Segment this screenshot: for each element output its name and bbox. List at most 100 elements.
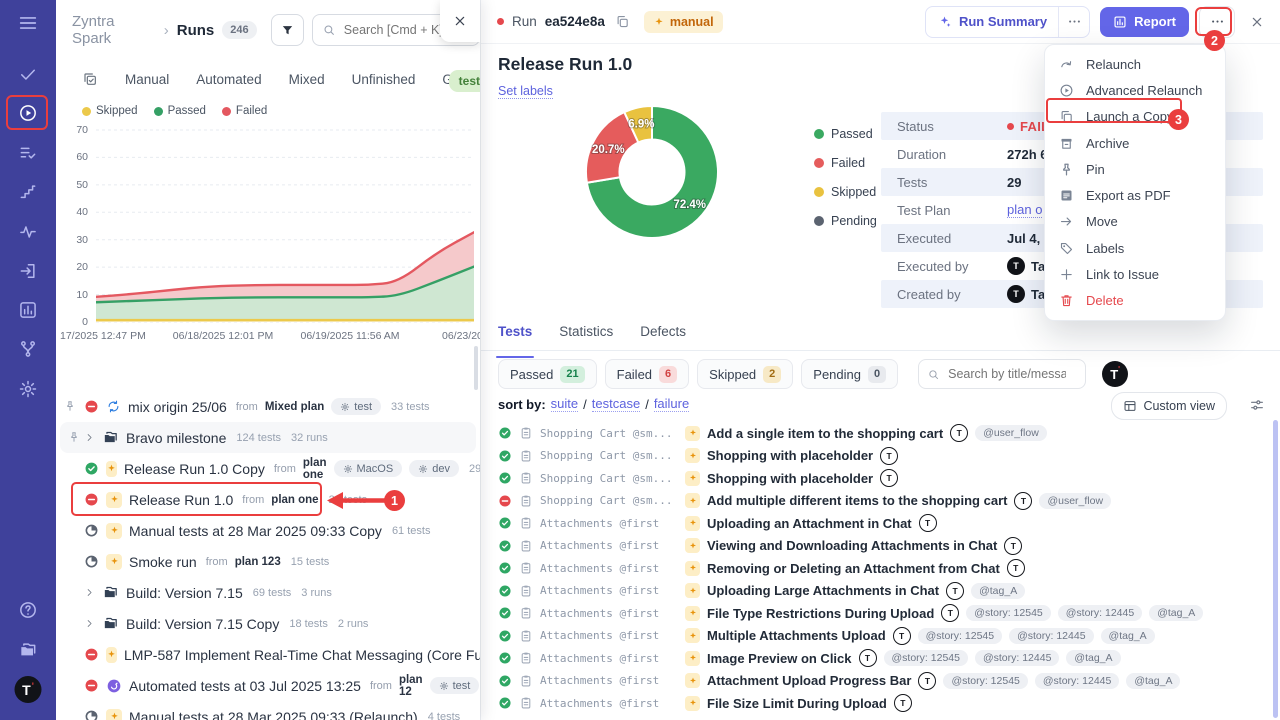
filter-button[interactable] [271,14,304,46]
test-tag[interactable]: @story: 12445 [1035,673,1119,689]
test-title[interactable]: Uploading an Attachment in Chat [707,516,912,531]
menu-item-labels[interactable]: Labels [1045,235,1225,261]
suite-name[interactable]: Attachments @first [540,607,678,620]
test-title[interactable]: Attachment Upload Progress Bar [707,673,911,688]
report-button[interactable]: Report [1100,7,1189,37]
test-row[interactable]: Shopping Cart @sm...Shopping with placeh… [498,445,1273,468]
sidebar-item-check[interactable] [18,64,38,84]
run-row[interactable]: Automated tests at 03 Jul 2025 13:25from… [56,670,480,701]
test-title[interactable]: Add multiple different items to the shop… [707,493,1007,508]
suite-name[interactable]: Shopping Cart @sm... [540,494,678,507]
menu-item-pin[interactable]: Pin [1045,156,1225,182]
runs-tab-automated[interactable]: Automated [196,72,261,87]
test-title[interactable]: File Type Restrictions During Upload [707,606,934,621]
sidebar-item-menu[interactable] [17,12,39,34]
run-row[interactable]: Manual tests at 28 Mar 2025 09:33 Copy61… [56,515,480,546]
plan-name[interactable]: plan one [271,494,318,506]
tab-defects[interactable]: Defects [640,324,686,350]
more-actions-button[interactable] [1199,6,1235,38]
runs-tab-manual[interactable]: Manual [125,72,169,87]
plan-name[interactable]: Mixed plan [265,401,324,413]
menu-item-advanced-relaunch[interactable]: Advanced Relaunch [1045,77,1225,103]
sidebar-item-bar-chart[interactable] [18,300,38,320]
test-row[interactable]: Attachments @firstUploading Large Attach… [498,580,1273,603]
test-title[interactable]: File Size Limit During Upload [707,696,887,711]
run-row[interactable]: Bravo milestone124 tests32 runs [60,422,476,453]
test-tag[interactable]: @story: 12445 [1058,605,1142,621]
breadcrumb-project[interactable]: Zyntra Spark [72,13,156,47]
test-tag[interactable]: @story: 12445 [975,650,1059,666]
sidebar-item-fork[interactable] [18,339,38,359]
test-title[interactable]: Shopping with placeholder [707,471,873,486]
test-row[interactable]: Attachments @firstImage Preview on Click… [498,647,1273,670]
test-row[interactable]: Attachments @first File Size Limit During… [498,692,1273,715]
filter-chip-pending[interactable]: Pending0 [801,359,898,389]
sidebar-item-help[interactable] [18,600,38,620]
test-row[interactable]: Attachments @first Viewing and Downloadin… [498,535,1273,558]
suite-name[interactable]: Attachments @first [540,539,678,552]
menu-item-launch-a-copy[interactable]: Launch a Copy [1045,104,1225,130]
test-tag[interactable]: @story: 12545 [918,628,1002,644]
suite-name[interactable]: Attachments @first [540,629,678,642]
detail-close-button[interactable] [1249,14,1265,30]
custom-view-button[interactable]: Custom view [1111,392,1227,420]
test-tag[interactable]: @story: 12545 [943,673,1027,689]
filter-chip-passed[interactable]: Passed21 [498,359,597,389]
user-avatar[interactable]: T' [15,676,42,703]
test-tag[interactable]: @tag_A [1149,605,1203,621]
menu-item-archive[interactable]: Archive [1045,130,1225,156]
sidebar-item-pulse[interactable] [18,222,38,242]
test-tag[interactable]: @user_flow [1039,493,1111,509]
menu-item-delete[interactable]: Delete [1045,288,1225,314]
test-search-input[interactable] [946,366,1068,382]
test-row[interactable]: Shopping Cart @sm...Shopping with placeh… [498,467,1273,490]
runs-tab-unfinished[interactable]: Unfinished [352,72,416,87]
test-tag[interactable]: @story: 12545 [966,605,1050,621]
sort-by-suite[interactable]: suite [551,396,578,412]
sidebar-item-list-check[interactable] [18,143,38,163]
test-row[interactable]: Attachments @firstMultiple Attachments U… [498,625,1273,648]
plan-name[interactable]: plan 123 [235,556,281,568]
tab-tests[interactable]: Tests [498,324,532,350]
test-plan-link[interactable]: plan o [1007,202,1042,218]
run-row[interactable]: LMP-587 Implement Real-Time Chat Messagi… [56,639,480,670]
test-row[interactable]: Shopping Cart @sm...Add a single item to… [498,422,1273,445]
panel-close-button[interactable] [440,0,480,42]
chevron-right-icon[interactable] [84,587,95,598]
test-tag[interactable]: @story: 12545 [884,650,968,666]
filter-chip-skipped[interactable]: Skipped2 [697,359,793,389]
menu-item-relaunch[interactable]: Relaunch [1045,51,1225,77]
sort-by-failure[interactable]: failure [654,396,689,412]
test-tag[interactable]: @tag_A [1101,628,1155,644]
menu-item-move[interactable]: Move [1045,209,1225,235]
test-title[interactable]: Viewing and Downloading Attachments in C… [707,538,997,553]
suite-name[interactable]: Shopping Cart @sm... [540,427,678,440]
copy-run-id-button[interactable] [615,14,630,29]
run-row[interactable]: Release Run 1.0 Copyfromplan oneMacOSdev… [56,453,480,484]
menu-item-link-to-issue[interactable]: Link to Issue [1045,261,1225,287]
suite-name[interactable]: Attachments @first [540,652,678,665]
runs-search-input[interactable] [342,22,456,38]
chevron-right-icon[interactable] [84,618,95,629]
test-row[interactable]: Attachments @first File Type Restrictions… [498,602,1273,625]
run-row[interactable]: Build: Version 7.1569 tests3 runs [56,577,480,608]
assignee-avatar[interactable]: T' [1102,361,1128,387]
test-list-scrollbar[interactable] [1273,420,1278,718]
chevron-right-icon[interactable] [84,432,95,443]
menu-item-export-as-pdf[interactable]: Export as PDF [1045,182,1225,208]
sidebar-item-folders[interactable] [18,640,38,660]
run-summary-button[interactable]: Run Summary [926,14,1058,29]
test-title[interactable]: Removing or Deleting an Attachment from … [707,561,1000,576]
run-row[interactable]: Smoke runfromplan 12315 tests [56,546,480,577]
suite-name[interactable]: Shopping Cart @sm... [540,449,678,462]
test-tag[interactable]: @user_flow [975,425,1047,441]
test-row[interactable]: Shopping Cart @sm... Add multiple differe… [498,490,1273,513]
plan-name[interactable]: plan one [303,457,327,481]
test-row[interactable]: Attachments @firstRemoving or Deleting a… [498,557,1273,580]
run-row[interactable]: Manual tests at 28 Mar 2025 09:33 (Relau… [56,701,480,720]
suite-name[interactable]: Attachments @first [540,584,678,597]
view-settings-icon[interactable] [1249,397,1265,413]
tag-filter-badge[interactable]: test [449,70,480,92]
sidebar-item-login[interactable] [18,261,38,281]
suite-name[interactable]: Attachments @first [540,697,678,710]
